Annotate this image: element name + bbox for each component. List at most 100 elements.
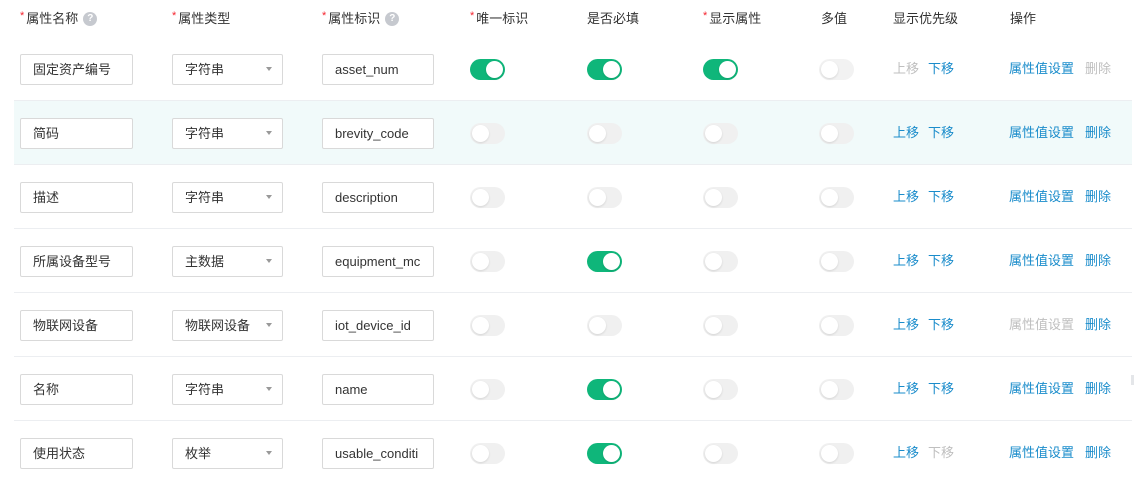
display-switch[interactable] xyxy=(703,443,738,464)
header-display: * 显示属性 xyxy=(703,9,761,29)
attribute-code-input[interactable]: brevity_code xyxy=(322,118,434,149)
help-icon[interactable]: ? xyxy=(83,12,98,26)
attribute-name-input[interactable]: 使用状态 xyxy=(20,438,133,469)
unique-switch[interactable] xyxy=(470,379,505,400)
multi-switch[interactable] xyxy=(819,443,854,464)
attribute-name-input[interactable]: 简码 xyxy=(20,118,133,149)
table-row: 使用状态 枚举 usable_conditi 上移 下移 属性值设置 删除 xyxy=(14,421,1132,481)
required-switch[interactable] xyxy=(587,123,622,144)
attribute-code-input[interactable]: description xyxy=(322,182,434,213)
attribute-name-input[interactable]: 名称 xyxy=(20,374,133,405)
move-up-link: 上移 xyxy=(893,61,920,76)
attribute-type-select[interactable]: 枚举 xyxy=(172,438,283,469)
unique-switch[interactable] xyxy=(470,123,505,144)
required-mark: * xyxy=(470,10,475,22)
move-down-link[interactable]: 下移 xyxy=(928,59,954,79)
attribute-code-input[interactable]: usable_conditi xyxy=(322,438,434,469)
multi-switch[interactable] xyxy=(819,379,854,400)
attribute-name-input[interactable]: 所属设备型号 xyxy=(20,246,133,277)
attribute-code-input[interactable]: equipment_mc xyxy=(322,246,434,277)
move-up-link[interactable]: 上移 xyxy=(893,443,919,463)
value-settings-link[interactable]: 属性值设置 xyxy=(1009,251,1074,271)
move-up-link[interactable]: 上移 xyxy=(893,251,919,271)
delete-link[interactable]: 删除 xyxy=(1085,251,1111,271)
multi-switch[interactable] xyxy=(819,187,854,208)
unique-switch[interactable] xyxy=(470,443,505,464)
table-row: 简码 字符串 brevity_code 上移 下移 属性值设置 删除 xyxy=(14,101,1132,165)
attribute-type-select[interactable]: 字符串 xyxy=(172,54,283,85)
table-row: 物联网设备 物联网设备 iot_device_id 上移 下移 属性值设置 删除 xyxy=(14,293,1132,357)
move-up-link[interactable]: 上移 xyxy=(893,315,919,335)
unique-switch[interactable] xyxy=(470,59,505,80)
switch-knob xyxy=(472,253,489,270)
move-up-link[interactable]: 上移 xyxy=(893,187,919,207)
required-switch[interactable] xyxy=(587,379,622,400)
help-icon[interactable]: ? xyxy=(385,12,400,26)
attribute-code-input[interactable]: iot_device_id xyxy=(322,310,434,341)
value-settings-link[interactable]: 属性值设置 xyxy=(1009,443,1074,463)
attribute-name-input[interactable]: 固定资产编号 xyxy=(20,54,133,85)
header-code-label: 属性标识 xyxy=(328,11,381,26)
move-down-link[interactable]: 下移 xyxy=(928,315,954,335)
caret-down-icon xyxy=(266,451,272,455)
required-switch[interactable] xyxy=(587,187,622,208)
multi-switch[interactable] xyxy=(819,315,854,336)
table-row: 描述 字符串 description 上移 下移 属性值设置 删除 xyxy=(14,165,1132,229)
switch-knob xyxy=(821,189,838,206)
required-switch[interactable] xyxy=(587,443,622,464)
attribute-type-value: 字符串 xyxy=(185,382,225,397)
unique-switch[interactable] xyxy=(470,187,505,208)
multi-switch[interactable] xyxy=(819,123,854,144)
delete-link[interactable]: 删除 xyxy=(1085,315,1111,335)
attribute-type-value: 枚举 xyxy=(185,446,212,461)
switch-knob xyxy=(603,445,620,462)
switch-knob xyxy=(589,189,606,206)
table-row: 固定资产编号 字符串 asset_num 上移 下移 属性值设置 删除 xyxy=(14,37,1132,101)
delete-link[interactable]: 删除 xyxy=(1085,379,1111,399)
display-switch[interactable] xyxy=(703,315,738,336)
display-switch[interactable] xyxy=(703,379,738,400)
switch-knob xyxy=(821,381,838,398)
required-mark: * xyxy=(172,10,177,22)
delete-link[interactable]: 删除 xyxy=(1085,187,1111,207)
switch-knob xyxy=(472,381,489,398)
display-switch[interactable] xyxy=(703,59,738,80)
attribute-code-input[interactable]: name xyxy=(322,374,434,405)
required-switch[interactable] xyxy=(587,59,622,80)
delete-link[interactable]: 删除 xyxy=(1085,443,1111,463)
value-settings-link[interactable]: 属性值设置 xyxy=(1009,123,1074,143)
header-required: 是否必填 xyxy=(587,9,639,29)
caret-down-icon xyxy=(266,67,272,71)
display-switch[interactable] xyxy=(703,123,738,144)
value-settings-link[interactable]: 属性值设置 xyxy=(1009,187,1074,207)
value-settings-link[interactable]: 属性值设置 xyxy=(1009,59,1074,79)
move-up-link[interactable]: 上移 xyxy=(893,379,919,399)
move-down-link[interactable]: 下移 xyxy=(928,379,954,399)
move-down-link[interactable]: 下移 xyxy=(928,251,954,271)
display-switch[interactable] xyxy=(703,251,738,272)
required-switch[interactable] xyxy=(587,315,622,336)
value-settings-link[interactable]: 属性值设置 xyxy=(1009,379,1074,399)
move-down-link[interactable]: 下移 xyxy=(928,123,954,143)
display-switch[interactable] xyxy=(703,187,738,208)
multi-switch[interactable] xyxy=(819,251,854,272)
header-priority-label: 显示优先级 xyxy=(893,11,959,26)
attribute-name-input[interactable]: 物联网设备 xyxy=(20,310,133,341)
move-down-link[interactable]: 下移 xyxy=(928,187,954,207)
switch-knob xyxy=(472,317,489,334)
switch-knob xyxy=(705,445,722,462)
attribute-type-select[interactable]: 字符串 xyxy=(172,182,283,213)
attribute-code-input[interactable]: asset_num xyxy=(322,54,434,85)
unique-switch[interactable] xyxy=(470,315,505,336)
attribute-type-value: 物联网设备 xyxy=(185,318,251,333)
move-up-link[interactable]: 上移 xyxy=(893,123,919,143)
attribute-type-select[interactable]: 物联网设备 xyxy=(172,310,283,341)
attribute-name-input[interactable]: 描述 xyxy=(20,182,133,213)
attribute-type-select[interactable]: 字符串 xyxy=(172,118,283,149)
attribute-type-select[interactable]: 主数据 xyxy=(172,246,283,277)
unique-switch[interactable] xyxy=(470,251,505,272)
attribute-type-select[interactable]: 字符串 xyxy=(172,374,283,405)
delete-link[interactable]: 删除 xyxy=(1085,123,1111,143)
header-type-label: 属性类型 xyxy=(178,11,231,26)
required-switch[interactable] xyxy=(587,251,622,272)
